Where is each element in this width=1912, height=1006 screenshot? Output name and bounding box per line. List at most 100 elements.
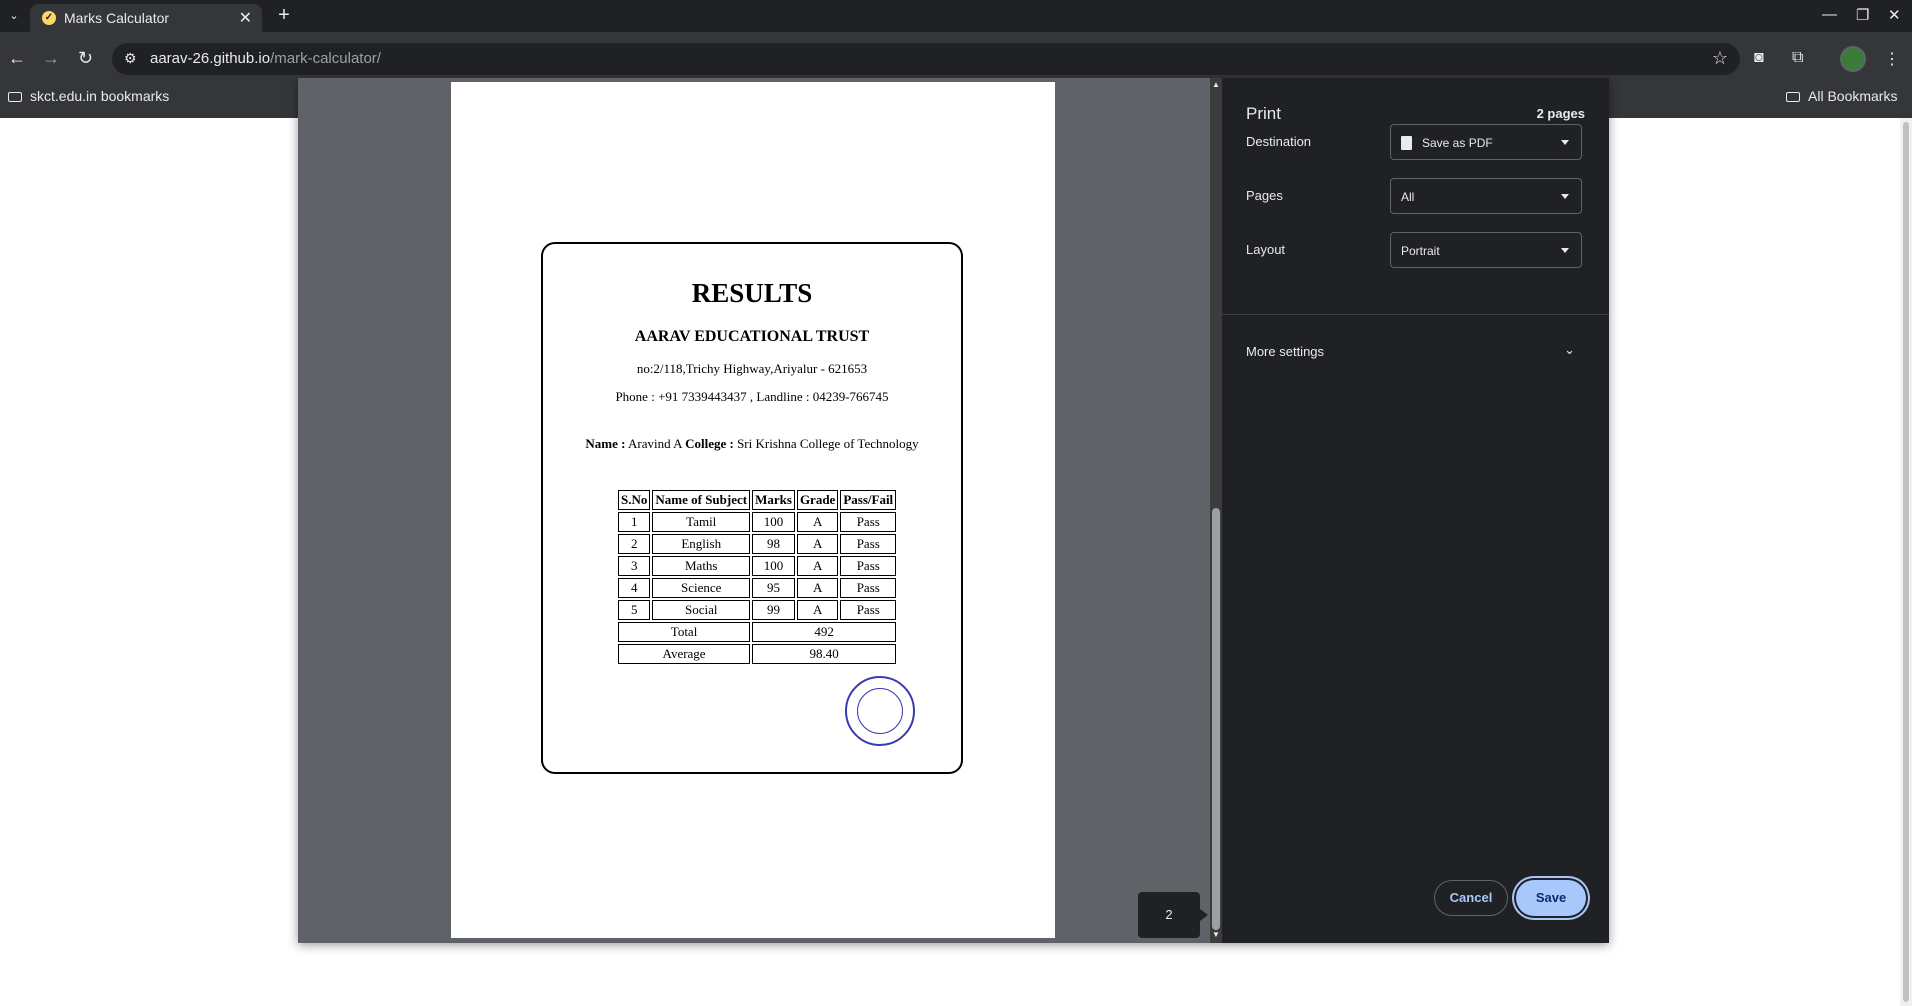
- save-button[interactable]: Save: [1516, 880, 1586, 916]
- table-header: Pass/Fail: [840, 490, 897, 510]
- average-value: 98.40: [752, 644, 897, 664]
- trust-seal-icon: [845, 676, 915, 746]
- table-cell: Pass: [840, 534, 897, 554]
- total-row: Total 492: [618, 622, 897, 642]
- tab-title: Marks Calculator: [64, 10, 170, 26]
- table-cell: Pass: [840, 600, 897, 620]
- table-cell: A: [796, 534, 839, 554]
- marks-table: S.No Name of Subject Marks Grade Pass/Fa…: [616, 488, 898, 666]
- table-header: Name of Subject: [652, 490, 751, 510]
- results-title: RESULTS: [691, 278, 813, 308]
- all-bookmarks-button[interactable]: All Bookmarks: [1786, 88, 1897, 104]
- tab-marks-calculator[interactable]: ✓ Marks Calculator ✕: [30, 4, 262, 32]
- destination-select[interactable]: Save as PDF: [1390, 124, 1582, 160]
- extensions-icon[interactable]: ⧉: [1792, 49, 1803, 67]
- result-card: RESULTS AARAV EDUCATIONAL TRUST no:2/118…: [541, 242, 963, 774]
- trust-address: no:2/118,Trichy Highway,Ariyalur - 62165…: [636, 361, 868, 376]
- layout-select[interactable]: Portrait: [1390, 232, 1582, 268]
- document-icon: [1401, 136, 1412, 150]
- bookmark-folder-skct[interactable]: skct.edu.in bookmarks: [8, 88, 169, 104]
- table-cell: 1: [618, 512, 651, 532]
- minimize-icon[interactable]: —: [1822, 6, 1837, 23]
- page-number-badge: 2: [1138, 892, 1208, 938]
- print-preview: RESULTS AARAV EDUCATIONAL TRUST no:2/118…: [298, 78, 1210, 943]
- new-tab-button[interactable]: +: [272, 4, 296, 28]
- layout-label: Layout: [1246, 242, 1286, 257]
- chevron-down-icon[interactable]: ⌄: [1564, 342, 1575, 358]
- table-cell: A: [796, 512, 839, 532]
- table-cell: Pass: [840, 556, 897, 576]
- folder-icon: [8, 92, 22, 102]
- table-row: 3 Maths 100 A Pass: [618, 556, 897, 576]
- table-cell: English: [652, 534, 751, 554]
- table-cell: Science: [652, 578, 751, 598]
- table-cell: 5: [618, 600, 651, 620]
- trust-name: AARAV EDUCATIONAL TRUST: [634, 328, 870, 345]
- table-cell: Maths: [652, 556, 751, 576]
- table-row: 1 Tamil 100 A Pass: [618, 512, 897, 532]
- table-header: S.No: [618, 490, 651, 510]
- bookmark-star-icon[interactable]: ☆: [1712, 48, 1728, 69]
- restore-icon[interactable]: ❐: [1856, 6, 1869, 24]
- table-cell: 95: [752, 578, 795, 598]
- average-label: Average: [618, 644, 751, 664]
- trust-phone: Phone : +91 7339443437 , Landline : 0423…: [615, 389, 889, 404]
- preview-scrollbar-thumb[interactable]: [1212, 508, 1220, 930]
- table-cell: A: [796, 556, 839, 576]
- table-row: 5 Social 99 A Pass: [618, 600, 897, 620]
- table-cell: Social: [652, 600, 751, 620]
- total-label: Total: [618, 622, 751, 642]
- close-icon[interactable]: ✕: [239, 8, 252, 28]
- dropdown-arrow-icon: [1561, 194, 1569, 199]
- favicon-icon: ✓: [42, 11, 56, 25]
- table-header: Grade: [796, 490, 839, 510]
- preview-page: RESULTS AARAV EDUCATIONAL TRUST no:2/118…: [451, 82, 1055, 938]
- avatar[interactable]: [1840, 46, 1866, 72]
- divider: [1222, 314, 1609, 315]
- pages-select[interactable]: All: [1390, 178, 1582, 214]
- forward-icon[interactable]: →: [42, 48, 60, 68]
- pages-label: Pages: [1246, 188, 1283, 203]
- folder-icon: [1786, 92, 1800, 102]
- table-header-row: S.No Name of Subject Marks Grade Pass/Fa…: [618, 490, 897, 510]
- seal-inner-ring: [857, 688, 903, 734]
- table-cell: 99: [752, 600, 795, 620]
- student-info: Name : Aravind A College : Sri Krishna C…: [585, 436, 919, 451]
- table-row: 2 English 98 A Pass: [618, 534, 897, 554]
- site-info-icon[interactable]: ⚙: [124, 50, 137, 67]
- table-cell: 100: [752, 512, 795, 532]
- page-count: 2 pages: [1536, 106, 1585, 121]
- reload-icon[interactable]: ↻: [78, 48, 93, 68]
- table-row: 4 Science 95 A Pass: [618, 578, 897, 598]
- window-close-icon[interactable]: ✕: [1888, 6, 1901, 24]
- table-cell: Pass: [840, 512, 897, 532]
- back-icon[interactable]: ←: [8, 48, 26, 68]
- table-cell: 98: [752, 534, 795, 554]
- camera-icon[interactable]: ◙: [1754, 49, 1764, 67]
- more-settings-toggle[interactable]: More settings: [1246, 344, 1324, 359]
- average-row: Average 98.40: [618, 644, 897, 664]
- dropdown-arrow-icon: [1561, 140, 1569, 145]
- menu-icon[interactable]: ⋮: [1884, 49, 1900, 69]
- address-bar[interactable]: ⚙ aarav-26.github.io/mark-calculator/ ☆: [112, 43, 1740, 75]
- dropdown-arrow-icon: [1561, 248, 1569, 253]
- total-value: 492: [752, 622, 897, 642]
- browser-toolbar: ← → ↻ ⚙ aarav-26.github.io/mark-calculat…: [0, 40, 1912, 78]
- table-cell: Tamil: [652, 512, 751, 532]
- tab-strip: ⌄ ✓ Marks Calculator ✕ + — ❐ ✕: [0, 0, 1912, 32]
- scroll-down-icon[interactable]: ▼: [1212, 930, 1220, 939]
- tab-search-icon[interactable]: ⌄: [4, 6, 24, 26]
- table-header: Marks: [752, 490, 795, 510]
- destination-label: Destination: [1246, 134, 1312, 149]
- print-settings-panel: Print 2 pages Destination Save as PDF Pa…: [1222, 78, 1609, 943]
- table-cell: 4: [618, 578, 651, 598]
- scroll-up-icon[interactable]: ▲: [1212, 80, 1220, 89]
- table-cell: 2: [618, 534, 651, 554]
- table-cell: Pass: [840, 578, 897, 598]
- print-title: Print: [1246, 104, 1281, 123]
- cancel-button[interactable]: Cancel: [1434, 880, 1508, 916]
- tabstrip-edge: [0, 32, 1912, 40]
- page-scrollbar-thumb[interactable]: [1903, 122, 1909, 1002]
- print-dialog: RESULTS AARAV EDUCATIONAL TRUST no:2/118…: [298, 78, 1609, 943]
- url-text[interactable]: aarav-26.github.io/mark-calculator/: [150, 50, 381, 67]
